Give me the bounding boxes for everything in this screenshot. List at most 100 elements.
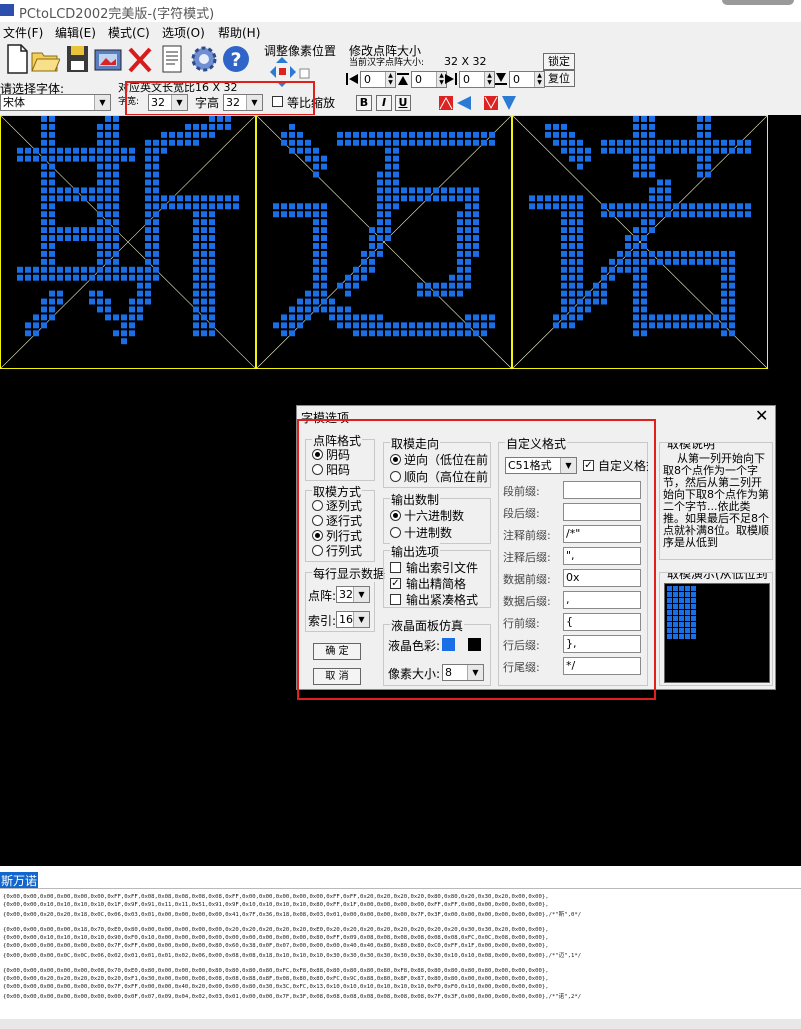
shift-left-icon[interactable] [345,72,359,86]
matrix-dot [321,219,327,226]
matrix-dot [689,322,695,329]
flip-vertical-icon[interactable] [482,94,518,112]
output-line[interactable]: {0x00,0x00,0x00,0x00,0x00,0x00,0x7F,0xFF… [3,943,549,949]
spinner-left[interactable]: 0 ▲ ▼ [360,71,396,88]
matrix-dot [193,211,199,218]
spinner-up[interactable]: 0 ▲ ▼ [411,71,447,88]
matrix-dot [321,282,327,289]
matrix-dot [113,219,119,226]
spinner-right[interactable]: 0 ▲ ▼ [459,71,495,88]
matrix-dot [209,282,215,289]
shift-up-icon[interactable] [396,72,410,86]
menu-options[interactable]: 选项(O) [162,24,205,41]
matrix-dot [57,290,63,297]
shift-right-icon[interactable] [444,72,458,86]
matrix-dot [449,282,455,289]
matrix-dot [385,139,391,146]
matrix-dot [145,171,151,178]
matrix-dot [393,163,399,170]
matrix-dot [361,322,367,329]
delete-x-icon[interactable] [125,43,155,75]
matrix-dot [569,266,575,273]
matrix-dot [657,314,663,321]
output-line[interactable]: {0x00,0x00,0x00,0x00,0x00,0x00,0x7F,0xFF… [3,984,549,990]
lock-button[interactable]: 锁定 [543,53,575,70]
matrix-dot [657,147,663,154]
matrix-dot [465,219,471,226]
matrix-dot [97,298,103,305]
load-image-icon[interactable] [93,43,123,75]
matrix-dot [457,290,463,297]
spinner-down[interactable]: 0 ▲ ▼ [509,71,545,88]
matrix-dot [649,195,655,202]
bold-button[interactable]: B [356,95,372,111]
demo-dot [667,598,672,603]
restore-button[interactable]: 复位 [543,70,575,87]
gear-icon[interactable] [189,43,219,75]
document-icon[interactable] [157,43,187,75]
matrix-dot [425,139,431,146]
close-icon[interactable]: ✕ [755,406,768,425]
font-select[interactable]: 宋体 ▼ [0,94,111,111]
matrix-dot [97,274,103,281]
output-line[interactable]: {0x00,0x00,0x00,0x00,0x18,0x70,0xE0,0x80… [3,927,549,933]
help-question-icon[interactable]: ? [221,43,251,75]
menu-help[interactable]: 帮助(H) [218,24,260,41]
menu-file[interactable]: 文件(F) [3,24,43,41]
matrix-dot [441,322,447,329]
output-chars[interactable]: 斯万诺 [0,872,39,889]
output-area[interactable]: 斯万诺 {0x00,0x00,0x00,0x00,0x00,0x00,0xFF,… [0,866,801,1029]
output-line[interactable]: {0x00,0x00,0x10,0x10,0x10,0x10,0x1F,0x9F… [3,902,549,908]
matrix-dot [369,227,375,234]
matrix-dot [577,258,583,265]
matrix-dot [129,155,135,162]
matrix-dot [353,139,359,146]
demo-dot [691,628,696,633]
matrix-dot [169,203,175,210]
output-line[interactable]: {0x00,0x00,0x20,0x20,0x20,0x20,0x20,0xF1… [3,976,549,982]
matrix-dot [569,282,575,289]
matrix-dot [633,250,639,257]
matrix-dot [561,147,567,154]
output-line[interactable]: {0x00,0x00,0x10,0x10,0x10,0x10,0x90,0xF0… [3,935,549,941]
matrix-dot [673,203,679,210]
matrix-dot [465,235,471,241]
demo-dot [667,634,672,639]
matrix-dot [209,274,215,281]
matrix-dot [433,330,439,337]
matrix-dot [97,171,103,178]
output-line[interactable]: {0x00,0x00,0x00,0x00,0x00,0x00,0x00,0x0F… [3,992,581,1000]
italic-button[interactable]: I [376,95,392,111]
open-folder-icon[interactable] [30,43,60,75]
matrix-dot [321,298,327,305]
menu-mode[interactable]: 模式(C) [108,24,150,41]
matrix-dot [633,306,639,313]
matrix-dot [337,282,343,289]
matrix-dot [385,227,391,234]
matrix-dot [33,314,39,321]
matrix-dot [145,179,151,186]
matrix-dot [425,290,431,297]
output-line[interactable]: {0x00,0x00,0x00,0x00,0x00,0x00,0xFF,0xFF… [3,894,549,900]
matrix-dot [41,203,47,210]
matrix-dot [569,211,575,218]
output-line[interactable]: {0x00,0x00,0x00,0x00,0x00,0x08,0x70,0xE0… [3,968,549,974]
matrix-dot [705,139,711,146]
menu-edit[interactable]: 编辑(E) [55,24,96,41]
matrix-dot [729,330,735,337]
matrix-dot [113,155,119,162]
save-disk-icon[interactable] [62,43,92,75]
flip-horizontal-icon[interactable] [437,94,473,112]
underline-button[interactable]: U [395,95,411,111]
matrix-dot [465,203,471,210]
output-line[interactable]: {0x00,0x00,0x20,0x20,0x18,0x0C,0x06,0x03… [3,910,581,918]
matrix-dot [697,147,703,154]
matrix-dot [65,227,71,234]
shift-down-icon[interactable] [494,72,508,86]
new-file-icon[interactable] [2,43,32,75]
output-line[interactable]: {0x00,0x00,0x00,0x0C,0x0C,0x06,0x02,0x01… [3,951,581,959]
matrix-dot [473,139,479,146]
matrix-dot [457,282,463,289]
matrix-dot [97,155,103,162]
matrix-dot [377,314,383,321]
